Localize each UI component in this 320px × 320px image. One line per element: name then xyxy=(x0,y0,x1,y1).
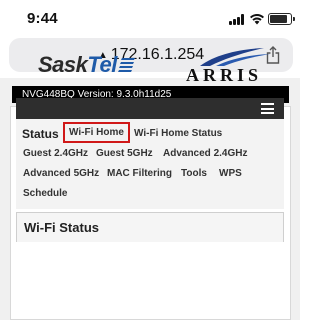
sasktel-bars-icon xyxy=(117,58,135,72)
nav-wifi-home-status[interactable]: Wi-Fi Home Status xyxy=(134,128,222,139)
nav-advanced-5ghz[interactable]: Advanced 5GHz xyxy=(23,168,99,179)
nav-advanced-24ghz[interactable]: Advanced 2.4GHz xyxy=(163,148,247,159)
nav-wifi-home[interactable]: Wi-Fi Home xyxy=(63,122,130,143)
section-title: Wi-Fi Status xyxy=(24,220,99,235)
sasktel-logo-part1: Sask xyxy=(38,52,88,77)
nav-guest-5ghz[interactable]: Guest 5GHz xyxy=(96,148,153,159)
wifi-status-panel: Wi-Fi Status xyxy=(16,212,284,242)
nav-tools[interactable]: Tools xyxy=(181,168,207,179)
hamburger-menu-icon[interactable] xyxy=(261,103,274,114)
arris-logo: ARRIS xyxy=(186,46,274,86)
nav-mac-filtering[interactable]: MAC Filtering xyxy=(107,168,172,179)
nav-schedule[interactable]: Schedule xyxy=(23,188,67,199)
menu-bar xyxy=(16,98,284,119)
arris-wordmark: ARRIS xyxy=(186,65,263,85)
status-bar: 9:44 xyxy=(0,0,300,36)
nav-wps[interactable]: WPS xyxy=(219,168,242,179)
battery-icon xyxy=(268,13,295,25)
status-time: 9:44 xyxy=(27,10,58,27)
nav-guest-24ghz[interactable]: Guest 2.4GHz xyxy=(23,148,88,159)
sasktel-logo: SaskTel xyxy=(38,52,136,78)
nav-status[interactable]: Status xyxy=(22,127,59,141)
cellular-signal-icon xyxy=(229,14,245,25)
wifi-icon xyxy=(250,14,264,25)
wifi-nav: Status Wi-Fi Home Wi-Fi Home Status Gues… xyxy=(16,119,284,209)
sasktel-logo-part2: Tel xyxy=(87,52,117,77)
